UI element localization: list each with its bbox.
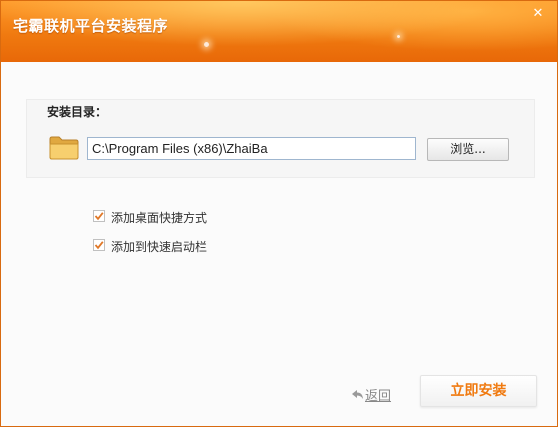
window-title: 宅霸联机平台安装程序 xyxy=(13,17,169,35)
folder-icon xyxy=(49,136,79,160)
browse-button[interactable]: 浏览... xyxy=(427,138,509,161)
sparkle-decoration xyxy=(397,35,400,38)
close-button[interactable]: ✕ xyxy=(527,5,549,23)
close-icon: ✕ xyxy=(532,6,544,21)
checkmark-icon xyxy=(94,212,104,221)
install-path-input[interactable] xyxy=(87,137,416,160)
desktop-shortcut-label: 添加桌面快捷方式 xyxy=(111,211,208,225)
back-link[interactable]: 返回 xyxy=(351,385,391,404)
desktop-shortcut-checkbox[interactable] xyxy=(93,210,105,222)
back-label: 返回 xyxy=(365,389,392,404)
back-arrow-icon xyxy=(352,390,363,399)
install-directory-label: 安装目录： xyxy=(47,105,108,119)
checkmark-icon xyxy=(94,241,104,250)
quick-launch-label: 添加到快速启动栏 xyxy=(111,240,208,254)
install-now-button[interactable]: 立即安装 xyxy=(420,375,537,407)
title-bar[interactable]: 宅霸联机平台安装程序 ✕ xyxy=(1,1,557,62)
quick-launch-checkbox[interactable] xyxy=(93,239,105,251)
installer-window: 宅霸联机平台安装程序 ✕ 安装目录： 浏览... 添加桌面快捷方式 添加到快速启… xyxy=(0,0,558,427)
sparkle-decoration xyxy=(204,42,209,47)
